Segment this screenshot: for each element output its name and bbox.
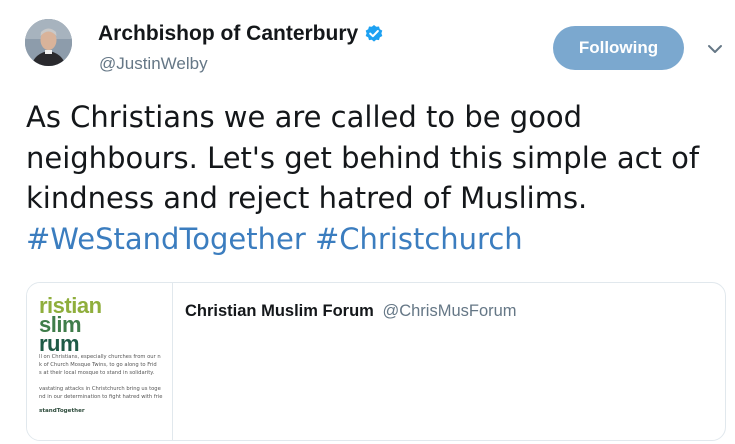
author-display-name[interactable]: Archbishop of Canterbury [98, 22, 358, 46]
author-handle[interactable]: @JustinWelby [99, 54, 208, 74]
quoted-author-name[interactable]: Christian Muslim Forum [185, 302, 374, 320]
user-avatar-icon [25, 19, 72, 66]
hashtag-westandtogether[interactable]: #WeStandTogether [26, 222, 306, 256]
quoted-author-handle[interactable]: @ChrisMusForum [382, 302, 516, 320]
quoted-tweet-image: ristian slim rum ll on Christians, espec… [27, 283, 173, 440]
quoted-tweet-card[interactable]: ristian slim rum ll on Christians, espec… [26, 282, 726, 441]
tweet-body: As Christians we are called to be good n… [26, 100, 700, 215]
image-text-line: nd in our determination to fight hatred … [39, 394, 163, 400]
tweet-text: As Christians we are called to be good n… [26, 97, 716, 259]
chevron-down-icon[interactable] [707, 42, 723, 54]
author-avatar[interactable] [25, 19, 72, 66]
image-body-text: ll on Christians, especially churches fr… [39, 353, 172, 401]
image-text-line [39, 377, 172, 385]
image-text-line: s at their local mosque to stand in soli… [39, 370, 155, 376]
logo-line: rum [39, 331, 80, 356]
image-text-line: ll on Christians, especially churches fr… [39, 354, 161, 360]
quoted-tweet-header[interactable]: Christian Muslim Forum @ChrisMusForum [185, 302, 517, 321]
image-hashtag: standTogether [39, 408, 85, 414]
image-text-line: k of Church Mosque Twins, to go along to… [39, 362, 157, 368]
hashtag-christchurch[interactable]: #Christchurch [315, 222, 523, 256]
author-name-row[interactable]: Archbishop of Canterbury [98, 22, 384, 46]
following-button[interactable]: Following [553, 26, 684, 70]
image-text-line: vastating attacks in Christchurch bring … [39, 386, 161, 392]
verified-badge-icon [364, 24, 384, 44]
